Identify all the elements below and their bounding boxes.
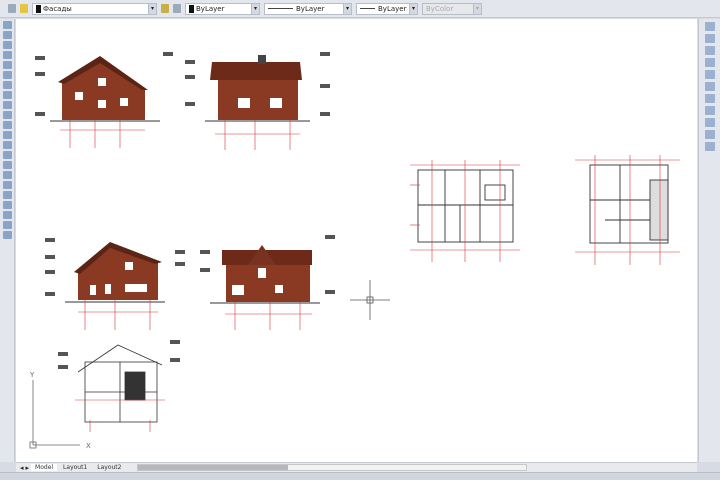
linetype-sample [268,8,293,9]
mirror-tool-icon[interactable] [3,221,12,229]
floor-plan-2 [575,155,680,265]
chevron-down-icon[interactable]: ▾ [251,3,259,14]
house-elevation-4 [175,235,335,330]
copy-tool-icon[interactable] [3,211,12,219]
extend-tool-icon[interactable] [705,82,715,91]
properties-toolbar: Фасады ▾ ByLayer ▾ ByLayer ▾ ByLayer ▾ ByCol… [0,0,720,18]
layer-color-swatch [36,4,41,13]
scale-tool-icon[interactable] [705,46,715,55]
color-swatch [189,4,194,13]
horizontal-scrollbar[interactable] [137,464,528,471]
crosshair-cursor [350,280,390,320]
plotstyle-dropdown[interactable]: ByColor ▾ [422,2,482,15]
table-tool-icon[interactable] [3,171,12,179]
linetype-dropdown[interactable]: ByLayer ▾ [264,2,352,15]
tab-nav-first-icon[interactable]: ◂ [20,464,24,472]
lineweight-value: ByLayer [378,4,407,13]
rectangle-tool-icon[interactable] [3,51,12,59]
circle-tool-icon[interactable] [3,71,12,79]
color-dropdown[interactable]: ByLayer ▾ [185,2,260,15]
status-bar [0,472,720,480]
make-current-layer-icon[interactable] [161,4,169,13]
layer-dropdown[interactable]: Фасады ▾ [32,2,157,15]
layer-properties-icon[interactable] [8,4,16,13]
tab-layout2[interactable]: Layout2 [93,464,125,471]
ucs-icon: X Y [29,371,91,450]
chamfer-tool-icon[interactable] [705,118,715,127]
house-elevation-2 [163,52,330,150]
floor-plan-1 [410,160,520,262]
layer-previous-icon[interactable] [173,4,181,13]
arc-tool-icon[interactable] [3,61,12,69]
move-tool-icon[interactable] [705,22,715,31]
mtext-tool-icon[interactable] [3,181,12,189]
house-section [58,340,180,432]
stretch-tool-icon[interactable] [705,58,715,67]
layout-tabs: ◂ ▸ Model Layout1 Layout2 [16,462,697,472]
point-tool-icon[interactable] [3,131,12,139]
house-elevation-1 [35,56,160,148]
line-tool-icon[interactable] [3,21,12,29]
fillet-tool-icon[interactable] [705,130,715,139]
scrollbar-thumb[interactable] [138,465,289,470]
layer-state-icon[interactable] [20,4,28,13]
ucs-x-label: X [86,442,91,450]
layer-value: Фасады [43,4,72,13]
gradient-tool-icon[interactable] [3,151,12,159]
ellipse-tool-icon[interactable] [3,101,12,109]
erase-tool-icon[interactable] [3,201,12,209]
tab-layout1[interactable]: Layout1 [59,464,91,471]
draw-toolbar [0,19,15,462]
trim-tool-icon[interactable] [705,70,715,79]
polygon-tool-icon[interactable] [3,41,12,49]
linetype-value: ByLayer [296,4,325,13]
ucs-y-label: Y [29,371,35,379]
modify-toolbar [698,19,720,462]
join-tool-icon[interactable] [705,106,715,115]
house-elevation-3 [45,238,165,330]
drawing-canvas[interactable]: X Y [16,19,697,462]
polyline-tool-icon[interactable] [3,31,12,39]
cloud-tool-icon[interactable] [3,81,12,89]
spline-tool-icon[interactable] [3,91,12,99]
color-value: ByLayer [196,4,225,13]
offset-tool-icon[interactable] [3,231,12,239]
chevron-down-icon[interactable]: ▾ [473,3,481,14]
insert-block-icon[interactable] [3,111,12,119]
rotate-tool-icon[interactable] [705,34,715,43]
lineweight-sample [360,8,375,9]
drawing-sheet: X Y [29,52,680,450]
add-selected-icon[interactable] [3,191,12,199]
tab-nav-last-icon[interactable]: ▸ [26,464,30,472]
tab-model[interactable]: Model [31,464,58,471]
chevron-down-icon[interactable]: ▾ [409,3,417,14]
explode-tool-icon[interactable] [705,142,715,151]
lineweight-dropdown[interactable]: ByLayer ▾ [356,2,418,15]
plotstyle-value: ByColor [426,4,454,13]
chevron-down-icon[interactable]: ▾ [148,3,156,14]
make-block-icon[interactable] [3,121,12,129]
hatch-tool-icon[interactable] [3,141,12,149]
region-tool-icon[interactable] [3,161,12,169]
break-tool-icon[interactable] [705,94,715,103]
chevron-down-icon[interactable]: ▾ [343,3,351,14]
